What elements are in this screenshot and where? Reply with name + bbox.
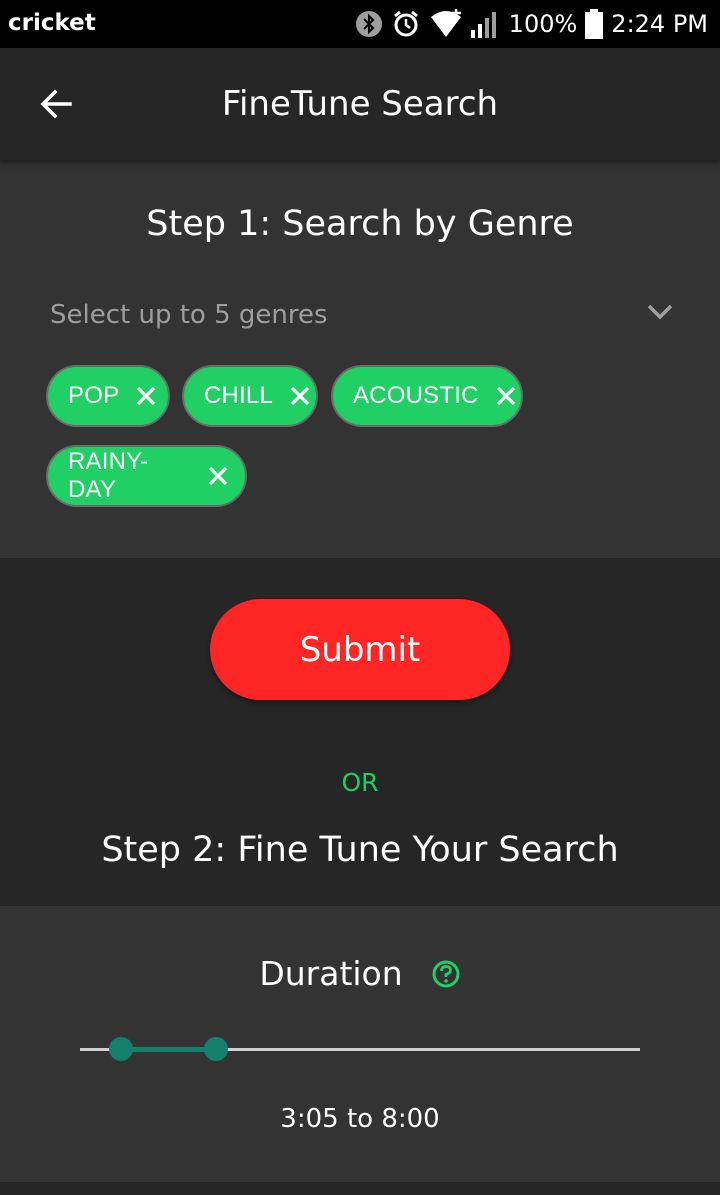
carrier-name: cricket — [8, 10, 96, 36]
battery-percent: 100% — [508, 10, 578, 38]
close-icon[interactable] — [206, 464, 229, 488]
genre-select-placeholder: Select up to 5 genres — [50, 300, 328, 330]
genre-chip-chill[interactable]: CHILL — [182, 365, 318, 427]
duration-slider[interactable] — [80, 1036, 640, 1062]
step1-title: Step 1: Search by Genre — [146, 204, 574, 244]
genre-chip-acoustic[interactable]: ACOUSTIC — [331, 365, 523, 427]
or-divider-label: OR — [341, 768, 379, 797]
chip-label: ACOUSTIC — [353, 382, 479, 409]
bottom-strip — [0, 1182, 720, 1195]
step2-title: Step 2: Fine Tune Your Search — [101, 830, 619, 870]
status-icons: 100% 2:24 PM — [355, 6, 708, 42]
genre-select[interactable]: Select up to 5 genres — [50, 288, 678, 346]
close-icon[interactable] — [135, 384, 157, 408]
wifi-icon — [429, 9, 463, 39]
slider-min-handle[interactable] — [109, 1037, 133, 1061]
status-bar: cricket 100% 2:24 PM — [0, 0, 720, 48]
slider-selected-range — [121, 1047, 216, 1052]
page-title: FineTune Search — [221, 84, 499, 124]
alarm-icon — [391, 9, 421, 39]
genre-chip-rainy-day[interactable]: RAINY-DAY — [46, 445, 247, 507]
chip-label: POP — [68, 382, 120, 409]
submit-button[interactable]: Submit — [210, 599, 510, 700]
bluetooth-icon — [355, 10, 383, 38]
status-clock: 2:24 PM — [611, 10, 708, 38]
chip-label: RAINY-DAY — [68, 448, 149, 503]
duration-panel: Duration 3:05 to 8:00 — [0, 906, 720, 1182]
question-circle-icon[interactable] — [431, 959, 461, 989]
close-icon[interactable] — [289, 384, 311, 408]
genre-chip-pop[interactable]: POP — [46, 365, 170, 427]
app-bar: FineTune Search — [0, 48, 720, 160]
chip-label: CHILL — [204, 382, 274, 409]
signal-icon — [470, 10, 501, 38]
battery-icon — [585, 9, 604, 39]
slider-max-handle[interactable] — [204, 1037, 228, 1061]
step1-panel: Step 1: Search by Genre Select up to 5 g… — [0, 160, 720, 558]
duration-header: Duration — [0, 954, 720, 993]
duration-range-label: 3:05 to 8:00 — [280, 1104, 440, 1134]
chevron-down-icon — [646, 298, 674, 330]
close-icon[interactable] — [495, 384, 517, 408]
duration-title: Duration — [259, 954, 403, 993]
